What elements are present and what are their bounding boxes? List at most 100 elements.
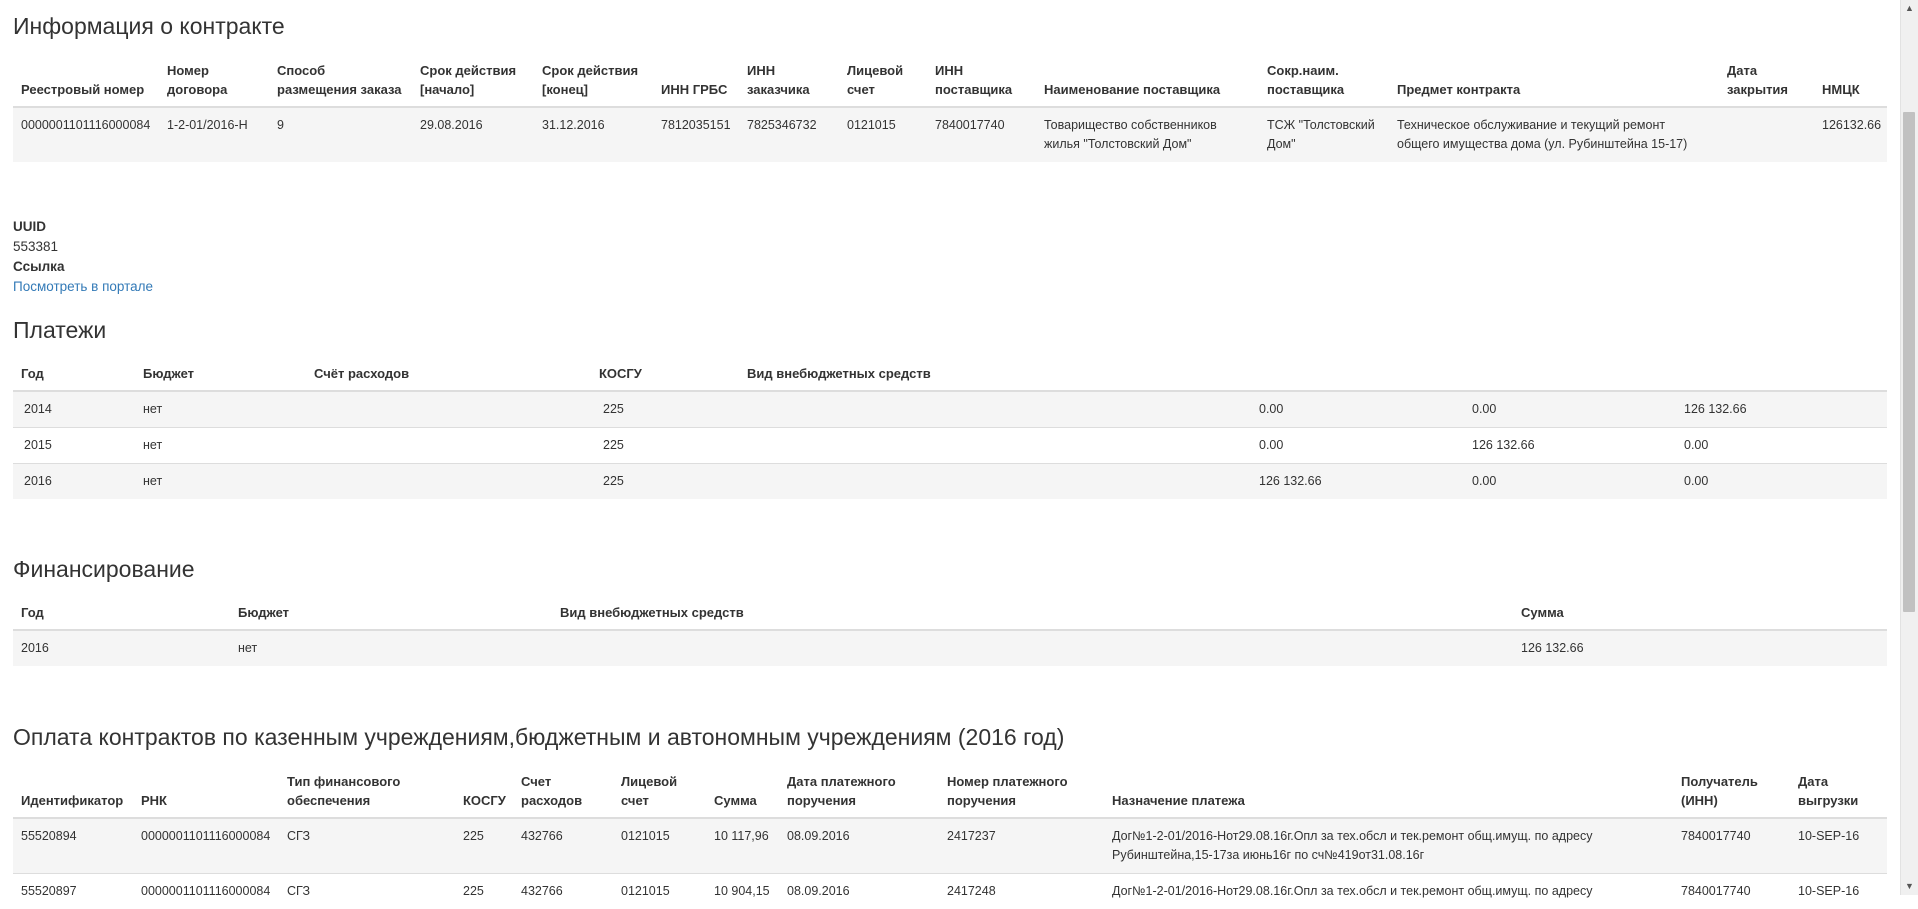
- payments-cell: [739, 428, 1251, 464]
- scrollbar-thumb[interactable]: [1903, 112, 1915, 612]
- payments-col-expense-account: Счёт расходов: [306, 358, 591, 391]
- cp-col-rnk: РНК: [133, 766, 279, 818]
- portal-link[interactable]: Посмотреть в портале: [13, 279, 153, 294]
- cp-cell: 2417237: [939, 818, 1104, 874]
- financing-header-row: Год Бюджет Вид внебюджетных средств Сумм…: [13, 597, 1887, 630]
- cp-cell: СГЗ: [279, 874, 455, 909]
- cp-col-recipient-inn: Получатель (ИНН): [1673, 766, 1790, 818]
- contract-payments-title: Оплата контрактов по казенным учреждения…: [13, 724, 1064, 751]
- payments-col-amount-1: [1251, 358, 1464, 391]
- payments-col-amount-2: [1464, 358, 1676, 391]
- payments-cell: нет: [135, 428, 306, 464]
- scroll-up-icon[interactable]: ▲: [1901, 0, 1918, 17]
- payments-col-offbudget: Вид внебюджетных средств: [739, 358, 1251, 391]
- financing-col-year: Год: [13, 597, 230, 630]
- financing-col-offbudget: Вид внебюджетных средств: [552, 597, 1513, 630]
- cp-cell: 2417248: [939, 874, 1104, 909]
- contract-col-close-date: Дата закрытия: [1719, 55, 1814, 107]
- contract-cell: 1-2-01/2016-Н: [159, 107, 269, 162]
- financing-cell: нет: [230, 630, 552, 666]
- contract-payments-header-row: Идентификатор РНК Тип финансового обеспе…: [13, 766, 1887, 818]
- payments-cell: 0.00: [1251, 428, 1464, 464]
- cp-cell: 10-SEP-16: [1790, 818, 1887, 874]
- cp-cell: СГЗ: [279, 818, 455, 874]
- contract-cell: [1719, 107, 1814, 162]
- cp-cell: 10 904,15: [706, 874, 779, 909]
- link-label: Ссылка: [13, 257, 153, 277]
- cp-col-finance-type: Тип финансового обеспечения: [279, 766, 455, 818]
- payments-cell: [306, 391, 591, 428]
- payments-cell: [306, 428, 591, 464]
- contract-col-start-date: Срок действия [начало]: [412, 55, 534, 107]
- cp-cell: 0121015: [613, 818, 706, 874]
- financing-col-sum: Сумма: [1513, 597, 1887, 630]
- contract-col-inn-customer: ИНН заказчика: [739, 55, 839, 107]
- payments-col-kosgu: КОСГУ: [591, 358, 739, 391]
- financing-title: Финансирование: [13, 556, 195, 583]
- table-row: 55520897 0000001101116000084 СГЗ 225 432…: [13, 874, 1887, 909]
- contract-cell: Техническое обслуживание и текущий ремон…: [1389, 107, 1719, 162]
- cp-cell: 55520894: [13, 818, 133, 874]
- contract-cell: 31.12.2016: [534, 107, 653, 162]
- payments-cell: 0.00: [1676, 464, 1887, 500]
- payments-cell: 2015: [13, 428, 135, 464]
- payments-cell: 126 132.66: [1676, 391, 1887, 428]
- financing-cell: 126 132.66: [1513, 630, 1887, 666]
- contract-col-placement-method: Способ размещения заказа: [269, 55, 412, 107]
- contract-cell: Товарищество собственников жилья "Толсто…: [1036, 107, 1259, 162]
- contract-col-inn-supplier: ИНН поставщика: [927, 55, 1036, 107]
- table-row: 2015 нет 225 0.00 126 132.66 0.00: [13, 428, 1887, 464]
- cp-col-purpose: Назначение платежа: [1104, 766, 1673, 818]
- cp-col-order-date: Дата платежного поручения: [779, 766, 939, 818]
- uuid-label: UUID: [13, 217, 153, 237]
- uuid-value: 553381: [13, 237, 153, 257]
- financing-col-budget: Бюджет: [230, 597, 552, 630]
- cp-cell: 0000001101116000084: [133, 818, 279, 874]
- table-row: 2016 нет 225 126 132.66 0.00 0.00: [13, 464, 1887, 500]
- payments-cell: [739, 391, 1251, 428]
- payments-col-budget: Бюджет: [135, 358, 306, 391]
- cp-cell: 08.09.2016: [779, 874, 939, 909]
- contract-payments-table: Идентификатор РНК Тип финансового обеспе…: [13, 766, 1887, 909]
- payments-col-year: Год: [13, 358, 135, 391]
- cp-cell: 08.09.2016: [779, 818, 939, 874]
- contract-col-supplier-short: Сокр.наим. поставщика: [1259, 55, 1389, 107]
- contract-cell: 7812035151: [653, 107, 739, 162]
- contract-col-inn-grbs: ИНН ГРБС: [653, 55, 739, 107]
- table-row: 55520894 0000001101116000084 СГЗ 225 432…: [13, 818, 1887, 874]
- table-row: 2016 нет 126 132.66: [13, 630, 1887, 666]
- cp-cell: 432766: [513, 874, 613, 909]
- meta-block: UUID 553381 Ссылка Посмотреть в портале: [13, 217, 153, 297]
- payments-cell: [306, 464, 591, 500]
- vertical-scrollbar[interactable]: ▲ ▼: [1900, 0, 1918, 895]
- cp-cell: Дог№1-2-01/2016-Нот29.08.16г.Опл за тех.…: [1104, 818, 1673, 874]
- contract-title: Информация о контракте: [13, 13, 285, 40]
- payments-cell: 126 132.66: [1464, 428, 1676, 464]
- contract-col-registry-number: Реестровый номер: [13, 55, 159, 107]
- payments-cell: 2016: [13, 464, 135, 500]
- payments-col-amount-3: [1676, 358, 1887, 391]
- payments-header-row: Год Бюджет Счёт расходов КОСГУ Вид внебю…: [13, 358, 1887, 391]
- contract-col-end-date: Срок действия [конец]: [534, 55, 653, 107]
- payments-cell: нет: [135, 391, 306, 428]
- payments-cell: 225: [591, 464, 739, 500]
- cp-cell: 7840017740: [1673, 874, 1790, 909]
- payments-table: Год Бюджет Счёт расходов КОСГУ Вид внебю…: [13, 358, 1887, 499]
- table-row: 2014 нет 225 0.00 0.00 126 132.66: [13, 391, 1887, 428]
- cp-col-sum: Сумма: [706, 766, 779, 818]
- contract-col-agreement-number: Номер договора: [159, 55, 269, 107]
- scroll-down-icon[interactable]: ▼: [1901, 878, 1918, 895]
- cp-col-expense-account: Счет расходов: [513, 766, 613, 818]
- payments-cell: 2014: [13, 391, 135, 428]
- contract-cell: 29.08.2016: [412, 107, 534, 162]
- payments-title: Платежи: [13, 317, 106, 344]
- contract-col-supplier-name: Наименование поставщика: [1036, 55, 1259, 107]
- financing-cell: 2016: [13, 630, 230, 666]
- cp-col-identifier: Идентификатор: [13, 766, 133, 818]
- contract-cell: 7825346732: [739, 107, 839, 162]
- contract-cell: 9: [269, 107, 412, 162]
- cp-cell: 10-SEP-16: [1790, 874, 1887, 909]
- contract-col-subject: Предмет контракта: [1389, 55, 1719, 107]
- contract-header-row: Реестровый номер Номер договора Способ р…: [13, 55, 1887, 107]
- contract-col-account: Лицевой счет: [839, 55, 927, 107]
